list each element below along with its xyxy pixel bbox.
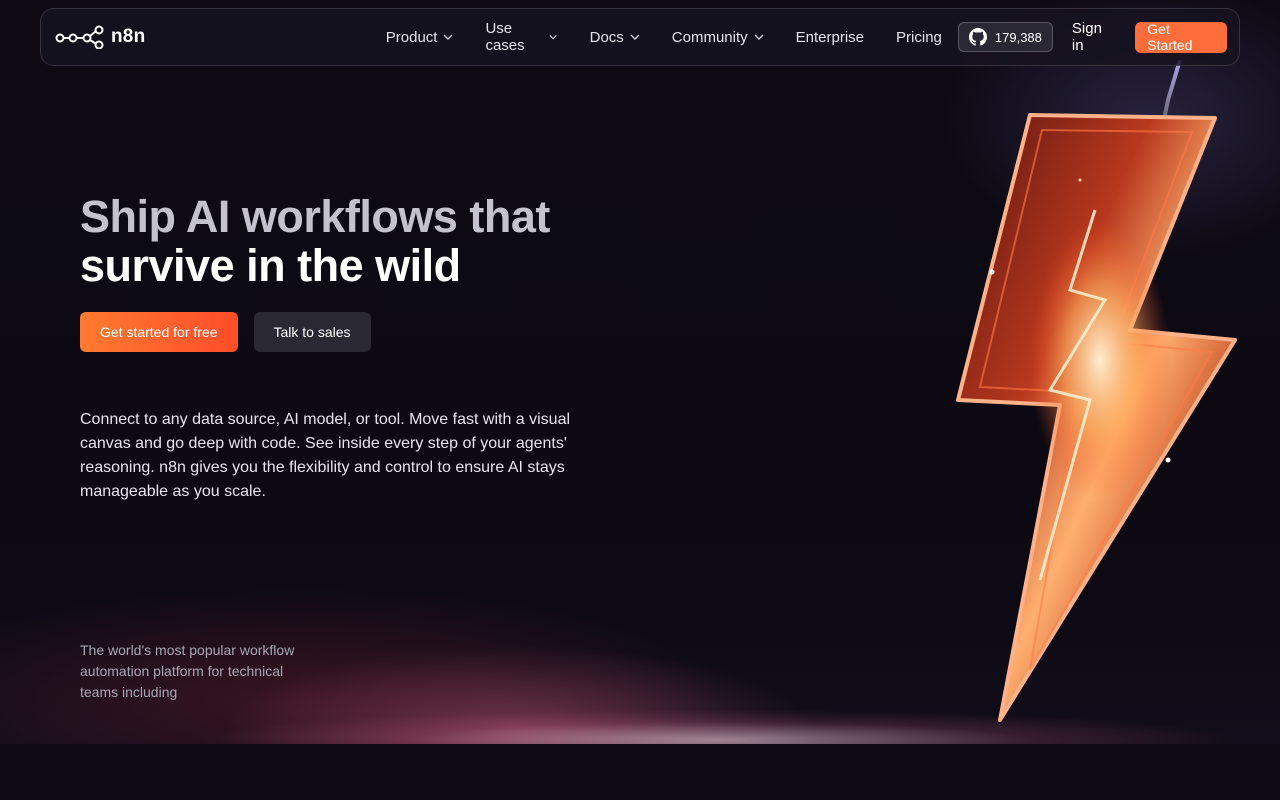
chevron-down-icon xyxy=(630,34,640,40)
nav-item-docs[interactable]: Docs xyxy=(574,22,656,52)
top-navigation: n8n Product Use cases Docs Community Ent… xyxy=(40,8,1240,66)
hero-section xyxy=(0,0,1280,744)
nav-item-enterprise[interactable]: Enterprise xyxy=(780,22,880,52)
hero-cta-group: Get started for free Talk to sales xyxy=(80,312,371,352)
chevron-down-icon xyxy=(754,34,764,40)
n8n-logo-icon xyxy=(55,25,104,49)
nav-item-product[interactable]: Product xyxy=(370,22,470,52)
nav-item-label: Pricing xyxy=(896,28,942,46)
github-stars-button[interactable]: 179,388 xyxy=(957,22,1053,52)
chevron-down-icon xyxy=(443,34,453,40)
hero-headline: Ship AI workflows that survive in the wi… xyxy=(80,192,680,290)
talk-to-sales-button[interactable]: Talk to sales xyxy=(253,312,371,352)
sign-in-link[interactable]: Sign in xyxy=(1072,20,1115,54)
hero-description: Connect to any data source, AI model, or… xyxy=(80,411,571,500)
brand-logo[interactable]: n8n xyxy=(55,25,192,49)
main-menu: Product Use cases Docs Community Enterpr… xyxy=(370,20,958,54)
page-below-fold xyxy=(0,744,1280,800)
nav-item-label: Docs xyxy=(589,28,624,46)
brand-name: n8n xyxy=(111,26,146,47)
headline-line-1: Ship AI workflows that xyxy=(80,191,550,242)
nav-item-label: Product xyxy=(385,28,438,46)
lightning-bolt-illustration xyxy=(956,60,1237,722)
get-started-free-button[interactable]: Get started for free xyxy=(80,312,238,352)
get-started-button[interactable]: Get Started xyxy=(1135,21,1227,53)
hero-tagline: The world's most popular workflow automa… xyxy=(80,642,295,700)
nav-item-use-cases[interactable]: Use cases xyxy=(469,20,573,54)
chevron-down-icon xyxy=(549,34,558,40)
nav-item-label: Use cases xyxy=(485,20,525,54)
github-star-count: 179,388 xyxy=(994,29,1042,45)
github-icon xyxy=(968,28,987,46)
nav-actions: 179,388 Sign in Get Started xyxy=(957,20,1227,54)
nav-item-pricing[interactable]: Pricing xyxy=(880,22,958,52)
nav-item-label: Enterprise xyxy=(795,28,865,46)
headline-line-2: survive in the wild xyxy=(80,240,461,291)
nav-item-label: Community xyxy=(671,28,748,46)
nav-item-community[interactable]: Community xyxy=(656,22,780,52)
